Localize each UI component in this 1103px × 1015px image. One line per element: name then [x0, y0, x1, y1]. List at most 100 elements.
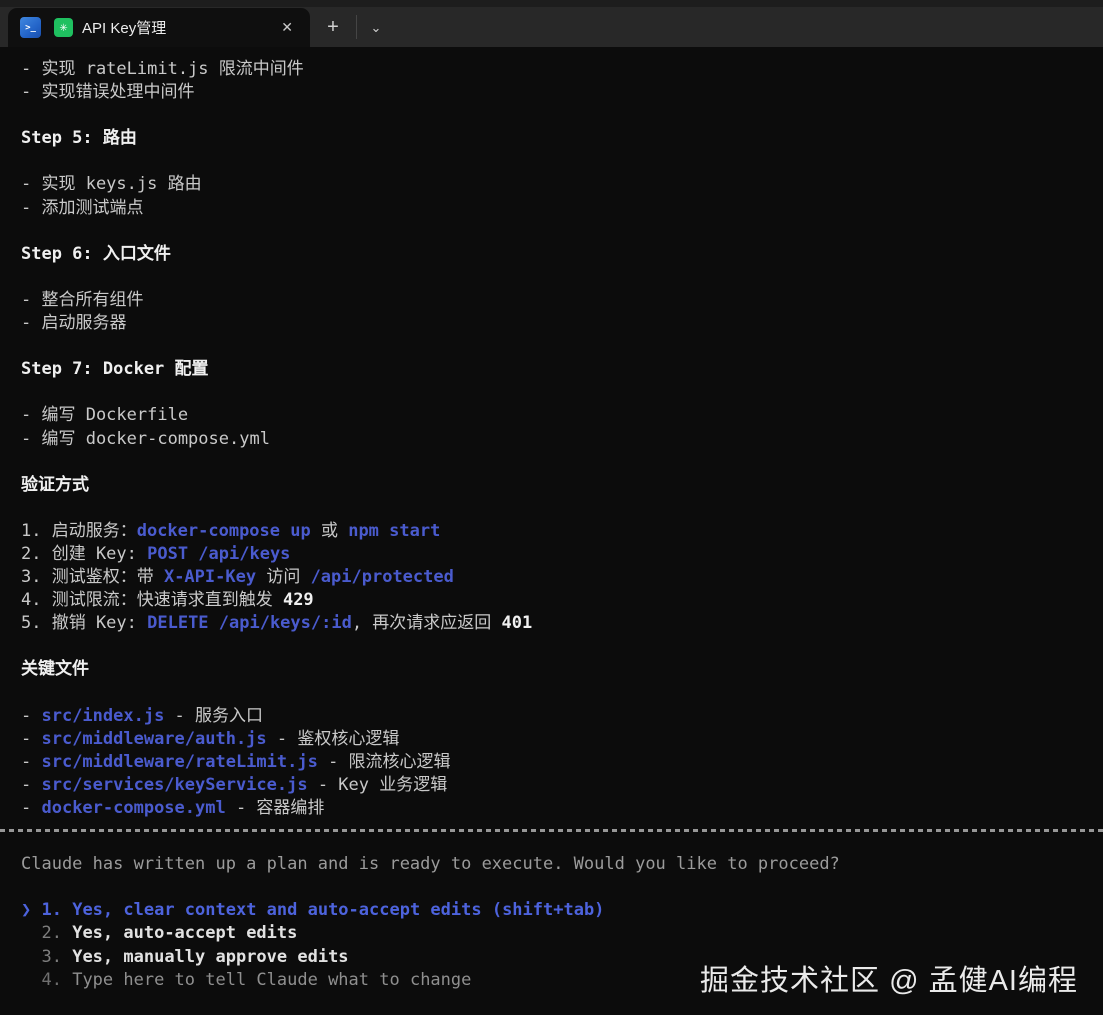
terminal-line: - src/services/keyService.js - Key 业务逻辑 — [21, 774, 1103, 797]
terminal-text-segment: - 实现错误处理中间件 — [21, 82, 195, 103]
menu-option-number: 3. — [41, 946, 73, 967]
pointer-spacer — [21, 923, 41, 943]
terminal-text-segment: 验证方式 — [21, 474, 89, 495]
terminal-line — [21, 335, 1103, 358]
terminal-text-segment: 5. 撤销 Key: — [21, 613, 148, 634]
terminal-line: - src/middleware/auth.js - 鉴权核心逻辑 — [21, 728, 1103, 751]
terminal-line: 4. 测试限流：快速请求直到触发 429 — [21, 589, 1103, 612]
terminal-text-segment: , 再次请求应返回 — [351, 613, 502, 634]
terminal-text-segment: src/middleware/auth.js — [41, 728, 267, 749]
menu-option-1[interactable]: ❯ 1. Yes, clear context and auto-accept … — [21, 899, 1103, 922]
terminal-text-segment: Step 5: 路由 — [21, 128, 137, 149]
terminal-text-segment: src/index.js — [41, 705, 165, 726]
terminal-text-segment: - 容器编排 — [225, 798, 325, 818]
terminal-line: - 实现 keys.js 路由 — [21, 173, 1103, 196]
pointer-spacer — [21, 970, 41, 990]
terminal-text-segment: 2. 创建 Key: — [21, 543, 148, 564]
terminal-line: - 整合所有组件 — [21, 289, 1103, 312]
plan-prompt-text: Claude has written up a plan and is read… — [21, 854, 840, 875]
terminal-line — [21, 150, 1103, 173]
terminal-text-segment: - — [21, 798, 42, 818]
terminal-text-segment: src/services/keyService.js — [41, 774, 308, 795]
terminal-text-segment: - — [21, 728, 42, 749]
terminal-line: Step 7: Docker 配置 — [21, 358, 1103, 381]
terminal-text-segment: 访问 — [256, 567, 311, 588]
terminal-text-segment: POST /api/keys — [147, 543, 291, 564]
terminal-line: - 启动服务器 — [21, 312, 1103, 335]
menu-option-number: 2. — [41, 923, 73, 944]
terminal-text-segment: 4. 测试限流：快速请求直到触发 — [21, 590, 283, 611]
terminal-text-segment: - — [21, 751, 42, 772]
terminal-line — [21, 635, 1103, 658]
menu-option-label: Type here to tell Claude what to change — [72, 969, 472, 990]
terminal-text-segment: docker-compose.yml — [41, 798, 226, 818]
terminal-text-segment: 429 — [282, 590, 314, 611]
terminal-output: - 实现 rateLimit.js 限流中间件 - 实现错误处理中间件 Step … — [0, 47, 1103, 820]
terminal-text-segment: - 添加测试端点 — [21, 197, 144, 218]
terminal-line — [21, 451, 1103, 474]
terminal-line — [21, 266, 1103, 289]
terminal-text-segment: - 编写 docker-compose.yml — [21, 428, 270, 449]
terminal-text-segment: - 启动服务器 — [21, 313, 127, 334]
terminal-line — [21, 220, 1103, 243]
tab-bar: >_ ✳ API Key管理 ✕ + ⌄ — [0, 0, 1103, 47]
terminal-line: - 编写 docker-compose.yml — [21, 428, 1103, 451]
terminal-line — [21, 381, 1103, 404]
terminal-line: 关键文件 — [21, 658, 1103, 681]
terminal-text-segment: - 服务入口 — [164, 705, 264, 726]
terminal-text-segment: 关键文件 — [21, 659, 89, 680]
menu-option-label: Yes, auto-accept edits — [72, 923, 298, 944]
terminal-text-segment: - — [21, 774, 42, 795]
tab-title: API Key管理 — [82, 20, 167, 37]
terminal-text-segment: 1. 启动服务： — [21, 520, 137, 541]
terminal-line: 验证方式 — [21, 474, 1103, 497]
terminal-text-segment: X-API-Key — [163, 567, 257, 588]
terminal-tab[interactable]: >_ ✳ API Key管理 ✕ — [8, 8, 310, 47]
terminal-line: - 编写 Dockerfile — [21, 404, 1103, 427]
terminal-text-segment: - Key 业务逻辑 — [307, 774, 448, 795]
terminal-text-segment: src/middleware/rateLimit.js — [41, 751, 318, 772]
terminal-text-segment: - 实现 keys.js 路由 — [21, 174, 202, 195]
tab-dropdown-button[interactable]: ⌄ — [357, 8, 395, 47]
new-tab-button[interactable]: + — [310, 8, 356, 47]
terminal-line: - 添加测试端点 — [21, 197, 1103, 220]
terminal-line: - docker-compose.yml - 容器编排 — [21, 797, 1103, 820]
powershell-icon: >_ — [20, 17, 41, 38]
terminal-text-segment: Step 6: 入口文件 — [21, 243, 171, 264]
menu-option-2[interactable]: 2. Yes, auto-accept edits — [21, 922, 1103, 945]
terminal-line: - 实现错误处理中间件 — [21, 81, 1103, 104]
terminal-text-segment: - 编写 Dockerfile — [21, 405, 189, 426]
claude-spark-icon: ✳ — [54, 18, 73, 37]
tab-close-icon[interactable]: ✕ — [276, 17, 298, 38]
terminal-line: 5. 撤销 Key: DELETE /api/keys/:id, 再次请求应返回… — [21, 612, 1103, 635]
terminal-line: - src/index.js - 服务入口 — [21, 705, 1103, 728]
menu-option-number: 1. — [41, 900, 73, 921]
watermark-text: 掘金技术社区 @ 孟健AI编程 — [700, 965, 1078, 997]
terminal-line: 1. 启动服务：docker-compose up 或 npm start — [21, 520, 1103, 543]
terminal-line: - src/middleware/rateLimit.js - 限流核心逻辑 — [21, 751, 1103, 774]
terminal-text-segment: npm start — [348, 520, 441, 541]
terminal-text-segment: - 整合所有组件 — [21, 289, 144, 310]
terminal-text-segment: DELETE /api/keys/:id — [147, 613, 352, 634]
menu-option-label: Yes, manually approve edits — [72, 946, 349, 967]
terminal-line: Step 5: 路由 — [21, 127, 1103, 150]
terminal-text-segment: - 鉴权核心逻辑 — [266, 728, 400, 749]
plan-separator-dashed-line — [0, 829, 1103, 833]
terminal-text-segment: 401 — [501, 613, 533, 634]
terminal-text-segment: /api/protected — [310, 567, 454, 588]
terminal-line — [21, 497, 1103, 520]
selection-pointer-icon: ❯ — [21, 900, 42, 921]
menu-option-label: Yes, clear context and auto-accept edits… — [72, 900, 605, 921]
terminal-text-segment: docker-compose up — [136, 520, 311, 541]
terminal-line: 2. 创建 Key: POST /api/keys — [21, 543, 1103, 566]
